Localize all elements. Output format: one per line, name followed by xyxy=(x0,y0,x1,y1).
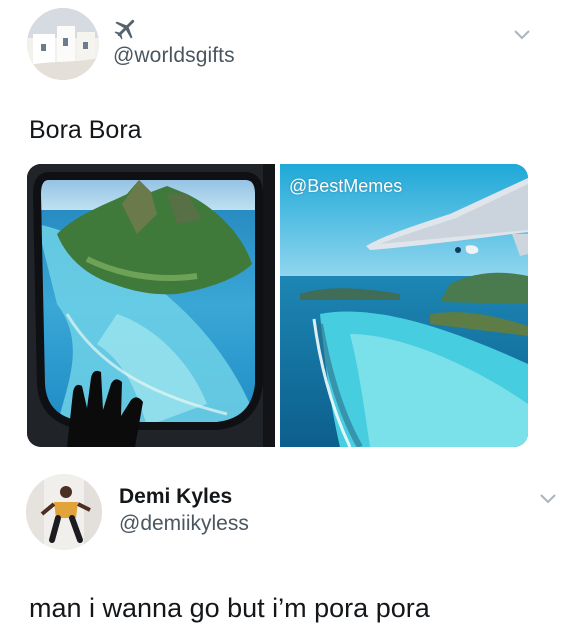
tweet-text: Bora Bora xyxy=(29,116,142,144)
avatar-image xyxy=(27,8,99,80)
photo-airplane-window[interactable] xyxy=(27,164,275,447)
username-handle[interactable]: @worldsgifts xyxy=(113,44,235,68)
window-photo-graphic xyxy=(27,164,275,447)
airplane-icon xyxy=(112,14,140,42)
username-handle[interactable]: @demiikyless xyxy=(119,512,249,536)
photo-aerial-wing[interactable] xyxy=(280,164,528,447)
aerial-photo-graphic xyxy=(280,164,528,447)
display-name[interactable]: Demi Kyles xyxy=(119,485,232,509)
chevron-down-icon[interactable] xyxy=(539,492,557,504)
avatar-demi-kyles[interactable] xyxy=(26,474,102,550)
chevron-down-icon[interactable] xyxy=(513,28,531,40)
tweet-text: man i wanna go but i’m pora pora xyxy=(29,593,430,623)
avatar-worldsgifts[interactable] xyxy=(27,8,99,80)
watermark-text: @BestMemes xyxy=(289,176,403,196)
avatar-image xyxy=(26,474,102,550)
